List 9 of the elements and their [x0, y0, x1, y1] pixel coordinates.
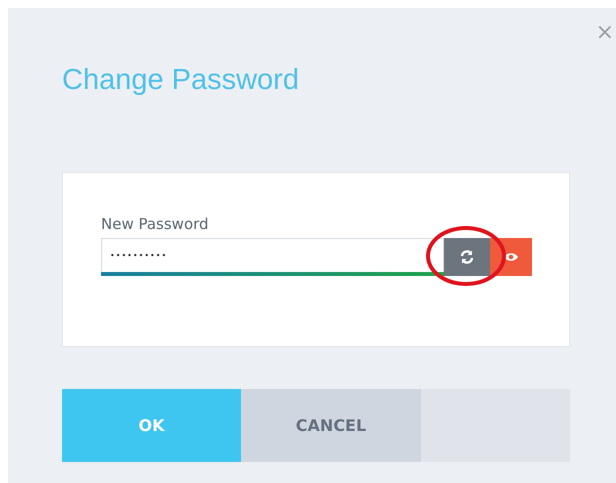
- cancel-button[interactable]: CANCEL: [241, 389, 421, 462]
- refresh-button[interactable]: [444, 238, 490, 276]
- dialog-title: Change Password: [62, 63, 300, 98]
- ok-button[interactable]: OK: [62, 389, 241, 462]
- close-button[interactable]: ×: [596, 22, 614, 44]
- refresh-icon: [459, 248, 475, 264]
- eye-icon: [503, 250, 519, 262]
- field-label: New Password: [101, 214, 210, 235]
- show-password-button[interactable]: [490, 238, 532, 276]
